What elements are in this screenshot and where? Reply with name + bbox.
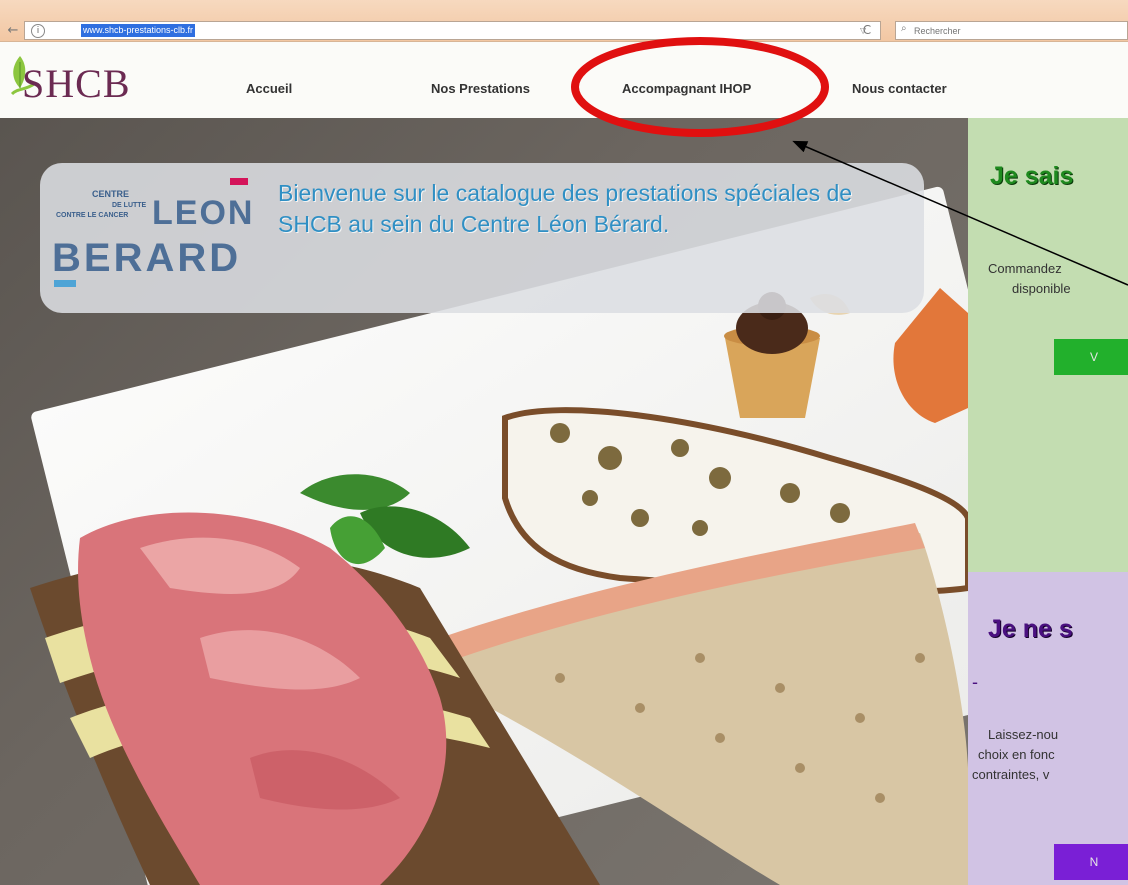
clb-pink-mark [230, 178, 248, 185]
panel-je-ne-sais-text-3: contraintes, v [972, 767, 1050, 782]
info-icon[interactable]: i [31, 24, 45, 38]
panel-je-sais: Je sais Commandez disponible V [968, 118, 1128, 572]
browser-toolbar: ← i www.shcb-prestations-clb.fr ▽ C ⌕ [0, 0, 1128, 42]
centre-leon-berard-logo: CENTRE DE LUTTE CONTRE LE CANCER LEON BE… [52, 176, 262, 294]
clb-contre-text: CONTRE LE CANCER [56, 212, 129, 219]
panel-je-ne-sais-text-2: choix en fonc [978, 747, 1055, 762]
nav-nous-contacter[interactable]: Nous contacter [852, 81, 947, 96]
clb-centre-text: CENTRE [92, 189, 130, 199]
clb-de-lutte-text: DE LUTTE [112, 202, 147, 209]
clb-blue-mark [54, 280, 76, 287]
nav-accueil[interactable]: Accueil [246, 81, 292, 96]
panel-je-sais-text-2: disponible [1012, 281, 1071, 296]
clb-leon-text: LEON [152, 194, 255, 232]
search-bar[interactable]: ⌕ [895, 21, 1128, 40]
panel-je-sais-title: Je sais [990, 162, 1074, 190]
search-icon: ⌕ [901, 23, 907, 34]
logo-text: SHCB [22, 61, 131, 106]
address-bar[interactable]: i www.shcb-prestations-clb.fr ▽ [24, 21, 881, 40]
nav-accompagnant-ihop[interactable]: Accompagnant IHOP [622, 81, 751, 96]
panel-je-ne-sais-button[interactable]: N [1054, 844, 1128, 880]
clb-berard-text: BERARD [52, 236, 242, 280]
panel-je-sais-text-1: Commandez [988, 261, 1062, 276]
welcome-text: Bienvenue sur le catalogue des prestatio… [278, 180, 853, 237]
panel-je-ne-sais-text-1: Laissez-nou [988, 727, 1059, 742]
reload-icon[interactable]: C [856, 21, 878, 40]
nav-nos-prestations[interactable]: Nos Prestations [431, 81, 530, 96]
panel-je-ne-sais-dash: - [972, 672, 978, 692]
panel-je-ne-sais-title: Je ne s [988, 615, 1073, 643]
panel-je-ne-sais: Je ne s - Laissez-nou choix en fonc cont… [968, 572, 1128, 885]
url-text[interactable]: www.shcb-prestations-clb.fr [81, 24, 196, 37]
search-input[interactable] [912, 22, 1116, 39]
panel-je-sais-button[interactable]: V [1054, 339, 1128, 375]
shcb-logo[interactable]: SHCB [6, 50, 176, 106]
back-arrow-icon[interactable]: ← [4, 23, 22, 39]
